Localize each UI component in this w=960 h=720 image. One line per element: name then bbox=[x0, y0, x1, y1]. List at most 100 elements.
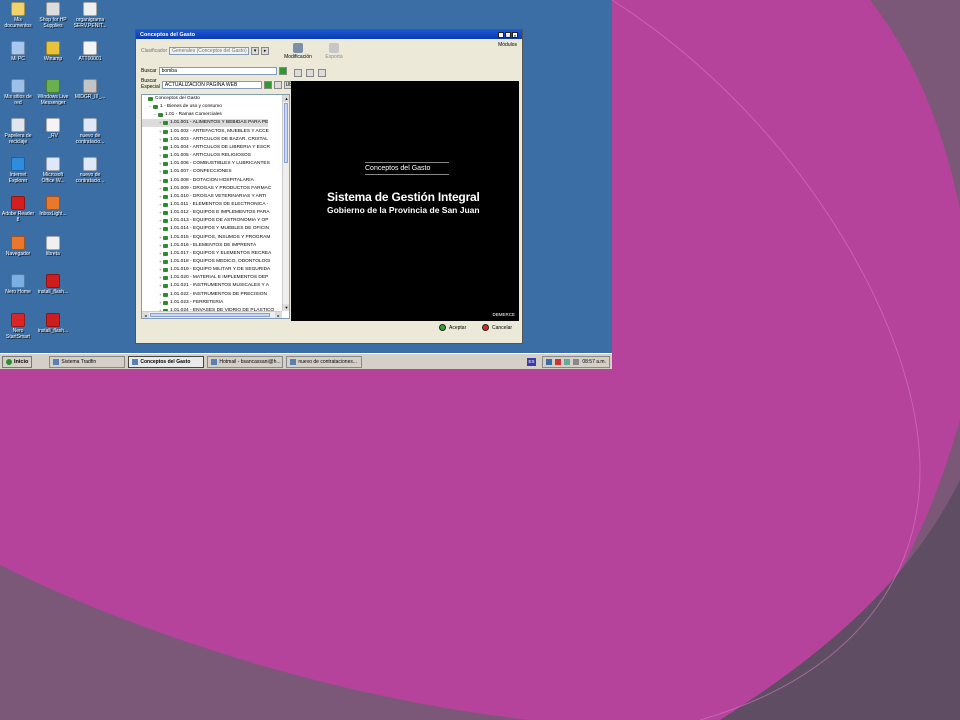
tree-node[interactable]: +1.01.008 - DOTACION HOSPITALARIA bbox=[142, 177, 254, 185]
buscar-especial-input[interactable]: ACTUALIZACION PAGINA WEB bbox=[161, 80, 262, 89]
desktop-icon[interactable]: Nero Home bbox=[0, 274, 36, 296]
desktop-icon[interactable]: Mis documentos bbox=[0, 2, 36, 30]
clasificador-select[interactable]: Generales (Conceptos del Gasto) bbox=[169, 47, 250, 55]
tree-node[interactable]: −1.01 - Ramas Comerciales bbox=[142, 111, 222, 119]
tree-node[interactable]: +1.01.006 - COMBUSTIBLES Y LUBRICANTES bbox=[142, 160, 270, 168]
taskbar-task[interactable]: Conceptos del Gasto bbox=[128, 355, 205, 368]
desktop-icon[interactable]: Navegador bbox=[0, 236, 36, 258]
tree-node[interactable]: −1 - Bienes de uso y consumo bbox=[142, 103, 222, 111]
tree-node[interactable]: +1.01.015 - EQUIPOS, INSUMOS Y PROGRAM bbox=[142, 234, 270, 242]
tree-horizontal-scrollbar[interactable]: ◂ ▸ bbox=[142, 311, 282, 318]
exporta-tool[interactable]: Exporta bbox=[319, 43, 349, 60]
tree-node[interactable]: +1.01.004 - ARTICULOS DE LIBRERIA Y ESCR bbox=[142, 144, 270, 152]
tree-node[interactable]: +1.01.001 - ALIMENTOS Y BEBIDAS PARA PE bbox=[142, 119, 269, 128]
close-button[interactable]: × bbox=[512, 31, 518, 38]
modificacion-tool[interactable]: Modificación bbox=[283, 43, 313, 60]
desktop-icon[interactable]: nuevo de contratacio... bbox=[72, 157, 108, 185]
tree-node[interactable]: +1.01.016 - ELEMENTOS DE IMPRENTA bbox=[142, 242, 256, 250]
flash-icon bbox=[46, 313, 60, 327]
desktop-icon[interactable]: _RV bbox=[35, 118, 71, 140]
folder-icon bbox=[163, 145, 168, 150]
desktop-icon[interactable]: InboxLight... bbox=[35, 196, 71, 218]
desktop-icon[interactable]: Windows Live Messenger bbox=[35, 79, 71, 107]
desktop-icon[interactable]: install_flash... bbox=[35, 313, 71, 335]
system-tray: 08:57 a.m. bbox=[542, 356, 610, 368]
maximize-button[interactable]: □ bbox=[505, 31, 511, 38]
clasificador-action-button[interactable]: ▸ bbox=[261, 47, 270, 55]
desktop-icon-label: _RV bbox=[48, 133, 58, 139]
tree-node[interactable]: +1.01.002 - ARTEFACTOS, MUEBLES Y ACCE bbox=[142, 128, 269, 136]
buscar-especial-label: Buscar Especial bbox=[141, 78, 160, 90]
tree-hscroll-thumb[interactable] bbox=[150, 313, 270, 317]
cancelar-button[interactable]: Cancelar bbox=[482, 324, 512, 331]
notebook-icon bbox=[46, 236, 60, 250]
tree-node-label: 1.01.002 - ARTEFACTOS, MUEBLES Y ACCE bbox=[170, 128, 269, 134]
tree-node-label: 1.01.016 - ELEMENTOS DE IMPRENTA bbox=[170, 242, 257, 248]
tree-node[interactable]: +1.01.021 - INSTRUMENTOS MUSICALES Y A bbox=[142, 282, 269, 290]
tree-node-label: 1.01.022 - INSTRUMENTOS DE PRECISION bbox=[170, 291, 267, 297]
language-indicator[interactable]: ES bbox=[527, 358, 536, 366]
desktop-icon[interactable]: Winamp bbox=[35, 41, 71, 63]
desktop-icon[interactable]: libreta bbox=[35, 236, 71, 258]
refresh-icon[interactable] bbox=[306, 69, 314, 77]
buscar-go-button[interactable] bbox=[278, 67, 287, 75]
tree-node[interactable]: +1.01.007 - CONFECCIONES bbox=[142, 168, 232, 176]
tree-node[interactable]: Conceptos del Gasto bbox=[142, 95, 200, 103]
tree-scroll-thumb[interactable] bbox=[284, 103, 288, 163]
tray-security-icon[interactable] bbox=[555, 359, 562, 365]
tree-vertical-scrollbar[interactable]: ▲ ▼ bbox=[282, 95, 289, 311]
volume-icon[interactable] bbox=[573, 359, 580, 365]
desktop-icon[interactable]: Mis sitios de red bbox=[0, 79, 36, 107]
desktop-icon[interactable]: Internet Explorer bbox=[0, 157, 36, 185]
tray-network-icon[interactable] bbox=[564, 359, 571, 365]
tree-node[interactable]: +1.01.023 - FERRETERIA bbox=[142, 299, 223, 307]
tree-node[interactable]: +1.01.014 - EQUIPOS Y MUEBLES DE OFICIN bbox=[142, 225, 269, 233]
taskbar-task[interactable]: Hotmail - bsancassani@h... bbox=[207, 355, 284, 368]
tree-node-label: 1.01.004 - ARTICULOS DE LIBRERIA Y ESCR bbox=[170, 144, 270, 150]
taskbar-task[interactable]: Sistema Tradfin bbox=[49, 355, 126, 368]
folder-icon bbox=[163, 284, 168, 289]
tree-node[interactable]: +1.01.017 - EQUIPOS Y ELEMENTOS RECREA bbox=[142, 250, 271, 258]
window-titlebar[interactable]: Conceptos del Gasto _ □ × bbox=[136, 30, 522, 39]
tree-node[interactable]: +1.01.013 - EQUIPOS DE ASTRONOMIA Y OP bbox=[142, 217, 268, 225]
tree-node[interactable]: +1.01.019 - EQUIPO MILITAR Y DE SEGURIDA bbox=[142, 266, 270, 274]
aceptar-button[interactable]: Aceptar bbox=[439, 324, 466, 331]
desktop-icon[interactable]: Mi PC bbox=[0, 41, 36, 63]
buscar-especial-clear-button[interactable] bbox=[273, 80, 282, 89]
desktop-icon[interactable]: Shop for HP Supplies bbox=[35, 2, 71, 30]
tree-node[interactable]: +1.01.009 - DROGAS Y PRODUCTOS FARMAC bbox=[142, 185, 271, 193]
clock[interactable]: 08:57 a.m. bbox=[582, 359, 606, 365]
desktop-icon[interactable]: MIDGR_III_... bbox=[72, 79, 108, 101]
tree-node-label: 1.01.020 - MATERIAL E IMPLEMENTOS DEP bbox=[170, 275, 269, 281]
nero-startsmart-icon bbox=[11, 313, 25, 327]
tree-node[interactable]: +1.01.012 - EQUIPOS E IMPLEMENTOS PARA bbox=[142, 209, 270, 217]
minimize-button[interactable]: _ bbox=[498, 31, 504, 38]
taskbar-task[interactable]: nuevo de contrataciones... bbox=[286, 355, 363, 368]
tree-node[interactable]: +1.01.020 - MATERIAL E IMPLEMENTOS DEP bbox=[142, 274, 268, 282]
tree-node[interactable]: +1.01.003 - ARTICULOS DE BAZAR, CRISTAL bbox=[142, 136, 268, 144]
desktop-icon[interactable]: Microsoft Office W... bbox=[35, 157, 71, 185]
tree-node[interactable]: +1.01.010 - DROGAS VETERINARIAS Y ARTI bbox=[142, 193, 267, 201]
tray-app-icon[interactable] bbox=[546, 359, 553, 365]
desktop-icon[interactable]: ATT00001 bbox=[72, 41, 108, 63]
start-button[interactable]: Inicio bbox=[2, 355, 33, 368]
clasificador-dropdown-button[interactable]: ▾ bbox=[251, 47, 260, 55]
desktop-icon[interactable]: nuevo de contratacio... bbox=[72, 118, 108, 146]
tree-node[interactable]: +1.01.005 - ARTICULOS RELIGIOSOS bbox=[142, 152, 251, 160]
delete-icon[interactable] bbox=[318, 69, 326, 77]
tree-node[interactable]: +1.01.011 - ELEMENTOS DE ELECTRONICA - bbox=[142, 201, 268, 209]
new-record-icon[interactable] bbox=[294, 69, 302, 77]
tree-node[interactable]: +1.01.022 - INSTRUMENTOS DE PRECISION bbox=[142, 291, 267, 299]
desktop-icon[interactable]: Papelera de reciclaje bbox=[0, 118, 36, 146]
tree-node[interactable]: +1.01.018 - EQUIPOS MEDICO, ODONTOLOGI bbox=[142, 258, 270, 266]
modulos-label[interactable]: Módulos bbox=[498, 42, 517, 48]
desktop-icon[interactable]: organigrama SERV.PENIT... bbox=[72, 2, 108, 30]
modify-icon bbox=[293, 43, 303, 53]
buscar-input[interactable]: bomba bbox=[158, 67, 277, 75]
folder-icon bbox=[163, 243, 168, 248]
desktop-icon[interactable]: Adobe Reader 8 bbox=[0, 196, 36, 224]
conceptos-tree[interactable]: +1.01.024 - ENVASES DE VIDRIO DE PLASTIC… bbox=[141, 94, 290, 319]
desktop-icon[interactable]: Nero StartSmart bbox=[0, 313, 36, 341]
buscar-especial-go-button[interactable] bbox=[263, 80, 272, 89]
desktop-icon[interactable]: install_flash... bbox=[35, 274, 71, 296]
